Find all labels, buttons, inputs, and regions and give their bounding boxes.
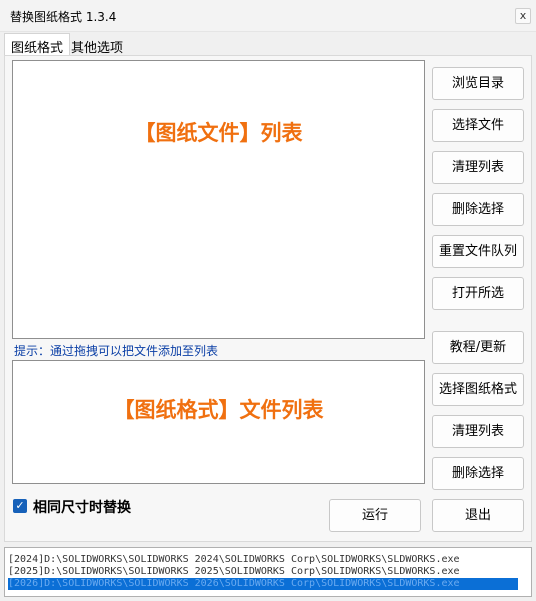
title-bar: 替换图纸格式 1.3.4 x xyxy=(0,0,536,32)
reset-file-queue-button[interactable]: 重置文件队列 xyxy=(432,235,524,268)
tab-drawing-format[interactable]: 图纸格式 xyxy=(4,33,71,56)
drag-hint: 提示：通过拖拽可以把文件添加至列表 xyxy=(14,344,219,358)
tab-bar: 图纸格式 其他选项 xyxy=(4,33,532,56)
clear-format-list-button[interactable]: 清理列表 xyxy=(432,415,524,448)
solidworks-path-list[interactable]: [2024]D:\SOLIDWORKS\SOLIDWORKS 2024\SOLI… xyxy=(4,547,532,597)
delete-drawing-selected-button[interactable]: 删除选择 xyxy=(432,193,524,226)
format-file-list[interactable]: 【图纸格式】文件列表 xyxy=(12,360,425,484)
run-button[interactable]: 运行 xyxy=(329,499,421,532)
exit-button[interactable]: 退出 xyxy=(432,499,524,532)
path-item-selected[interactable]: [2026]D:\SOLIDWORKS\SOLIDWORKS 2026\SOLI… xyxy=(8,578,518,590)
clear-drawing-list-button[interactable]: 清理列表 xyxy=(432,151,524,184)
tutorial-update-button[interactable]: 教程/更新 xyxy=(432,331,524,364)
close-button[interactable]: x xyxy=(515,8,531,24)
format-list-placeholder: 【图纸格式】文件列表 xyxy=(113,398,324,422)
tab-other-options[interactable]: 其他选项 xyxy=(64,33,130,56)
drawing-list-placeholder: 【图纸文件】列表 xyxy=(134,121,303,145)
select-files-button[interactable]: 选择文件 xyxy=(432,109,524,142)
open-selected-button[interactable]: 打开所选 xyxy=(432,277,524,310)
same-size-label: 相同尺寸时替换 xyxy=(33,500,131,516)
drawing-file-list[interactable]: 【图纸文件】列表 xyxy=(12,60,425,339)
path-item[interactable]: [2024]D:\SOLIDWORKS\SOLIDWORKS 2024\SOLI… xyxy=(8,554,460,566)
browse-directory-button[interactable]: 浏览目录 xyxy=(432,67,524,100)
window-title: 替换图纸格式 1.3.4 xyxy=(10,10,117,24)
path-item[interactable]: [2025]D:\SOLIDWORKS\SOLIDWORKS 2025\SOLI… xyxy=(8,566,460,578)
delete-format-selected-button[interactable]: 删除选择 xyxy=(432,457,524,490)
same-size-checkbox[interactable]: ✓ xyxy=(13,499,27,513)
select-format-button[interactable]: 选择图纸格式 xyxy=(432,373,524,406)
